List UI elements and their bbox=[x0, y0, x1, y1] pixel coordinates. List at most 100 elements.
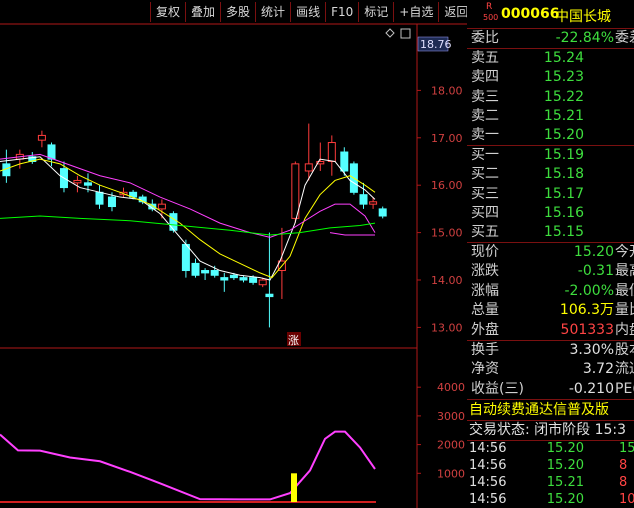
bid-label: 买五 bbox=[471, 224, 499, 241]
toolbar-button-4[interactable]: 画线 bbox=[291, 2, 327, 22]
trade-status: 交易状态: 闭市阶段 15:3 bbox=[469, 422, 627, 438]
stat-tail-label: 量比 bbox=[615, 302, 634, 319]
tick-volume: 8 bbox=[619, 458, 628, 473]
candle-down bbox=[107, 196, 116, 208]
tick-price: 15.21 bbox=[546, 475, 584, 490]
limit-up-marker-label: 涨 bbox=[288, 334, 299, 347]
diamond-icon[interactable] bbox=[385, 28, 395, 38]
fund-row: 收益(三) -0.210PE(动) bbox=[467, 380, 634, 399]
volume-bar bbox=[291, 473, 297, 502]
toolbar-button-1[interactable]: 叠加 bbox=[186, 2, 222, 22]
candle-down bbox=[191, 262, 200, 276]
fund-tail-label: 股本 bbox=[615, 342, 634, 358]
candle-up bbox=[73, 179, 82, 184]
volume-tick-label: 2000 bbox=[437, 439, 465, 452]
price-tick-label: 17.00 bbox=[431, 132, 463, 145]
candle-down bbox=[220, 277, 229, 281]
stat-tail-label: 最低 bbox=[615, 282, 634, 299]
tick-price: 15.20 bbox=[546, 492, 584, 507]
toolbar-button-6[interactable]: 标记 bbox=[359, 2, 395, 22]
kline-chart[interactable]: 18.00 17.00 16.00 15.00 14.00 13.00 4000 3000 2… bbox=[0, 0, 467, 508]
tick-row[interactable]: 14:56 15.20 8 bbox=[467, 458, 634, 474]
toolbar-button-3[interactable]: 统计 bbox=[256, 2, 292, 22]
price-tick-label: 18.00 bbox=[431, 84, 463, 97]
subscription-banner[interactable]: 自动续费通达信普及版 bbox=[467, 401, 634, 420]
stat-row: 涨跌 -0.31最高 bbox=[467, 262, 634, 281]
tick-row[interactable]: 14:56 15.20 15 bbox=[467, 441, 634, 457]
ask-row[interactable]: 卖三 15.22 bbox=[467, 88, 634, 107]
volume-tick-label: 3000 bbox=[437, 410, 465, 423]
window-toggle-icon[interactable] bbox=[400, 28, 411, 39]
weibi-row: 委比 -22.84% 委差 bbox=[467, 29, 634, 48]
toolbar-button-7[interactable]: +自选 bbox=[394, 2, 440, 22]
volume-tick-label: 1000 bbox=[437, 467, 465, 480]
ask-row[interactable]: 卖一 15.20 bbox=[467, 126, 634, 145]
stock-code[interactable]: 000066 bbox=[501, 6, 559, 22]
tick-volume: 8 bbox=[619, 475, 628, 490]
toolbar-button-2[interactable]: 多股 bbox=[221, 2, 257, 22]
tick-row[interactable]: 14:56 15.21 8 bbox=[467, 475, 634, 491]
ask-row[interactable]: 卖四 15.23 bbox=[467, 68, 634, 87]
ask-row[interactable]: 卖二 15.21 bbox=[467, 107, 634, 126]
ask-row[interactable]: 卖五 15.24 bbox=[467, 49, 634, 68]
ask-label: 卖一 bbox=[471, 127, 499, 144]
weibi-label: 委比 bbox=[471, 30, 499, 46]
bid-label: 买一 bbox=[471, 147, 499, 163]
tick-volume: 10 bbox=[619, 492, 634, 507]
bid-row[interactable]: 买五 15.15 bbox=[467, 223, 634, 242]
bid-label: 买二 bbox=[471, 166, 499, 183]
bid-row[interactable]: 买三 15.17 bbox=[467, 185, 634, 204]
candle-up bbox=[291, 163, 300, 219]
price-tick-label: 13.00 bbox=[431, 321, 463, 334]
toolbar-button-0[interactable]: 复权 bbox=[150, 2, 187, 22]
fund-row: 换手 3.30%股本 bbox=[467, 341, 634, 360]
quote-panel: R 500 000066 中国长城 委比 -22.84% 委差 卖五15.24卖… bbox=[467, 0, 634, 508]
price-tick-label: 16.00 bbox=[431, 179, 463, 192]
stat-value: -0.31 bbox=[577, 263, 614, 280]
banner-text[interactable]: 自动续费通达信普及版 bbox=[469, 401, 609, 420]
volume-tick-label: 4000 bbox=[437, 381, 465, 394]
ask-label: 卖四 bbox=[471, 69, 499, 86]
toolbar-button-5[interactable]: F10 bbox=[326, 2, 360, 22]
tick-time: 14:56 bbox=[469, 441, 507, 456]
fund-label: 收益(三) bbox=[471, 380, 524, 397]
stat-tail-label: 内盘 bbox=[615, 321, 634, 338]
candle-down bbox=[378, 208, 387, 217]
fund-label: 净资 bbox=[471, 361, 499, 378]
bid-row[interactable]: 买二 15.18 bbox=[467, 165, 634, 184]
tick-price: 15.20 bbox=[546, 441, 584, 456]
candle-down bbox=[359, 194, 368, 205]
bid-row[interactable]: 买四 15.16 bbox=[467, 204, 634, 223]
tick-price: 15.20 bbox=[546, 458, 584, 473]
bid-price: 15.18 bbox=[543, 166, 584, 183]
candle-down bbox=[210, 270, 219, 276]
candle-down bbox=[239, 277, 248, 281]
bid-price: 15.16 bbox=[543, 204, 584, 221]
stat-label: 涨幅 bbox=[471, 282, 499, 299]
candle-down bbox=[249, 277, 258, 283]
stat-row: 现价 15.20今开 bbox=[467, 243, 634, 262]
stock-name[interactable]: 中国长城 bbox=[555, 6, 611, 26]
volume-line bbox=[0, 430, 376, 501]
bid-row[interactable]: 买一 15.19 bbox=[467, 146, 634, 165]
ma60-line bbox=[0, 215, 376, 236]
candle-down bbox=[169, 213, 178, 231]
candle-down bbox=[201, 270, 210, 274]
fund-tail-label: PE(动) bbox=[615, 380, 634, 397]
r-badge-sub: 500 bbox=[483, 13, 499, 22]
stat-label: 总量 bbox=[471, 302, 499, 319]
fund-value: 3.72 bbox=[582, 361, 614, 378]
stat-tail-label: 最高 bbox=[615, 263, 634, 280]
fund-row: 净资 3.72流通 bbox=[467, 360, 634, 379]
ask-price: 15.20 bbox=[543, 127, 584, 144]
candle-down bbox=[95, 191, 104, 205]
quote-header: R 500 000066 中国长城 bbox=[467, 0, 634, 29]
fund-tail-label: 流通 bbox=[615, 361, 634, 378]
tick-row[interactable]: 14:56 15.20 10 bbox=[467, 492, 634, 508]
fund-value: -0.210 bbox=[568, 380, 614, 397]
stat-label: 现价 bbox=[471, 244, 499, 260]
candle-down bbox=[83, 182, 92, 186]
stat-value: 501333 bbox=[560, 321, 614, 338]
ask-label: 卖五 bbox=[471, 50, 499, 66]
tick-time: 14:56 bbox=[469, 475, 507, 490]
